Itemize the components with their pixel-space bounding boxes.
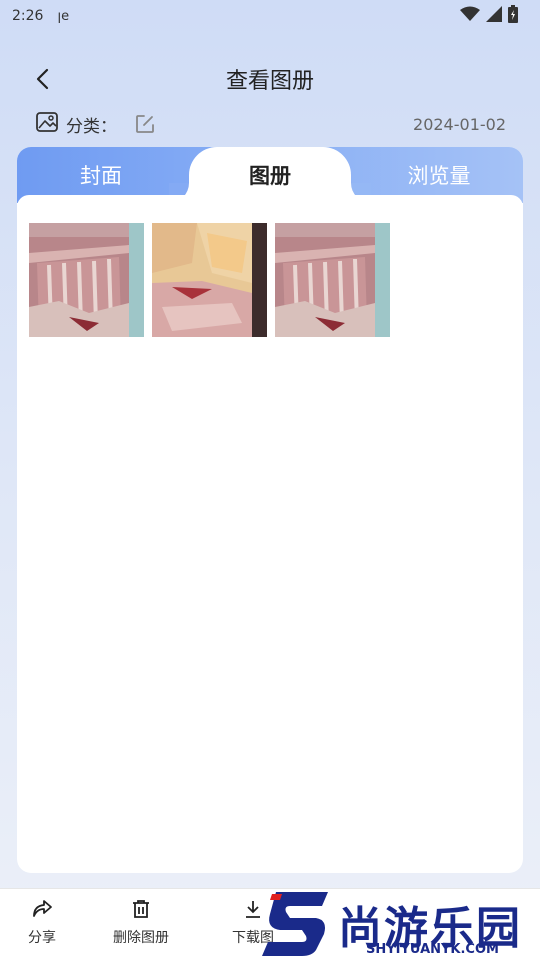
- album-date: 2024-01-02: [413, 114, 506, 134]
- chevron-left-icon: [36, 68, 49, 90]
- photo-thumbnail[interactable]: [275, 223, 390, 337]
- signal-icon: [486, 6, 502, 26]
- delete-label: 删除图册: [113, 930, 169, 946]
- meat-ribs-photo: [29, 223, 144, 337]
- meat-ribs-photo: [275, 223, 390, 337]
- status-bar: 2:26 ꞁe: [0, 0, 540, 32]
- photo-thumbnail[interactable]: [29, 223, 144, 337]
- delete-album-button[interactable]: 删除图册: [96, 899, 186, 947]
- status-time: 2:26: [12, 8, 44, 24]
- battery-icon: [508, 5, 518, 27]
- tab-views[interactable]: 浏览量: [355, 147, 523, 203]
- watermark: 尚游乐园 SHYIYUANYK.COM: [262, 890, 540, 960]
- meat-cut-photo: [152, 223, 267, 337]
- meta-row: 分类： 2024-01-02: [36, 108, 506, 140]
- category-label: 分类：: [66, 116, 117, 137]
- tab-cover[interactable]: 封面: [17, 147, 185, 203]
- edit-category-button[interactable]: [135, 114, 155, 134]
- share-button[interactable]: 分享: [0, 899, 87, 947]
- app-indicator: ꞁe: [57, 8, 70, 24]
- album-card: 封面 图册 浏览量: [17, 147, 523, 873]
- share-icon: [33, 900, 52, 917]
- download-icon: [246, 901, 260, 918]
- trash-icon: [133, 900, 149, 918]
- watermark-url: SHYIYUANYK.COM: [366, 942, 499, 957]
- edit-icon: [136, 115, 154, 133]
- tab-album[interactable]: 图册: [186, 147, 354, 203]
- watermark-logo-icon: [262, 892, 328, 956]
- photo-grid: [29, 223, 390, 337]
- back-button[interactable]: [30, 65, 54, 93]
- photo-thumbnail[interactable]: [152, 223, 267, 337]
- share-label: 分享: [28, 930, 56, 946]
- image-icon: [36, 111, 58, 137]
- page-title: 查看图册: [225, 69, 314, 94]
- header: 查看图册: [0, 52, 540, 106]
- wifi-icon: [460, 6, 480, 26]
